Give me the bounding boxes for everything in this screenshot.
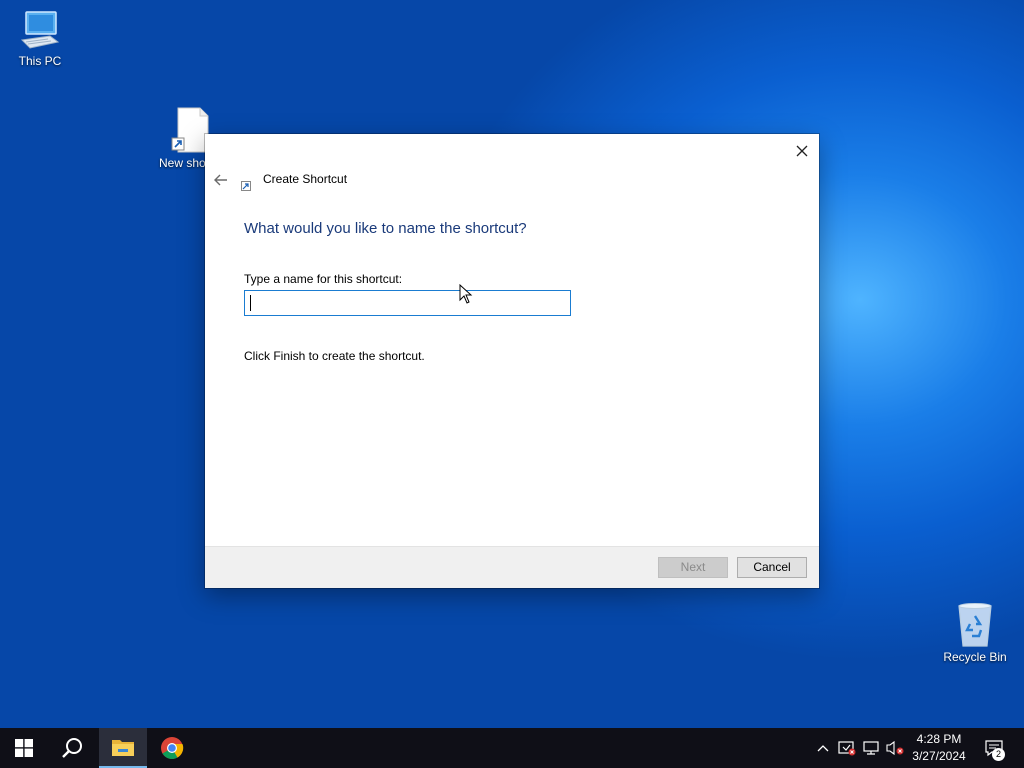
recycle-bin-desktop-icon[interactable]: Recycle Bin bbox=[935, 602, 1015, 664]
clock-date: 3/27/2024 bbox=[912, 749, 966, 763]
taskbar: 4:28 PM 3/27/2024 bbox=[0, 728, 1024, 768]
next-button[interactable]: Next bbox=[658, 557, 728, 578]
file-explorer-icon bbox=[112, 740, 134, 756]
this-pc-label: This PC bbox=[18, 54, 62, 68]
action-center-button[interactable] bbox=[980, 728, 1008, 768]
dialog-heading: What would you like to name the shortcut… bbox=[244, 220, 527, 237]
mouse-cursor-icon bbox=[459, 283, 473, 304]
volume-tray-button[interactable] bbox=[884, 728, 906, 768]
create-shortcut-dialog: Create Shortcut What would you like to n… bbox=[205, 134, 819, 588]
network-icon bbox=[863, 741, 879, 755]
file-explorer-taskbar-button[interactable] bbox=[99, 728, 147, 768]
dialog-title: Create Shortcut bbox=[263, 172, 348, 186]
this-pc-desktop-icon[interactable]: This PC bbox=[0, 8, 80, 68]
file-shortcut-icon bbox=[170, 106, 210, 154]
recycle-bin-label: Recycle Bin bbox=[943, 650, 1007, 664]
start-button[interactable] bbox=[0, 728, 48, 768]
back-button[interactable] bbox=[213, 172, 229, 188]
chrome-taskbar-button[interactable] bbox=[148, 728, 196, 768]
network-tray-button[interactable] bbox=[860, 728, 882, 768]
shortcut-name-input[interactable] bbox=[244, 290, 571, 316]
chevron-up-icon bbox=[817, 745, 829, 752]
cancel-button[interactable]: Cancel bbox=[737, 557, 807, 578]
windows-logo-icon bbox=[15, 739, 33, 757]
search-icon bbox=[62, 738, 82, 758]
dialog-footer: Next Cancel bbox=[205, 546, 819, 588]
text-caret bbox=[250, 295, 251, 311]
back-arrow-icon bbox=[214, 174, 227, 186]
search-button[interactable] bbox=[48, 728, 96, 768]
close-icon bbox=[796, 145, 808, 157]
finish-instruction: Click Finish to create the shortcut. bbox=[244, 349, 425, 363]
volume-muted-icon bbox=[886, 740, 904, 756]
computer-icon bbox=[18, 8, 62, 52]
clock-time: 4:28 PM bbox=[916, 732, 962, 746]
chrome-icon bbox=[161, 737, 184, 759]
shortcut-name-label: Type a name for this shortcut: bbox=[244, 272, 403, 286]
recycle-bin-icon bbox=[953, 602, 997, 648]
close-button[interactable] bbox=[791, 140, 813, 162]
security-tray-button[interactable] bbox=[836, 728, 858, 768]
security-icon bbox=[838, 741, 856, 756]
notification-count-badge: 2 bbox=[992, 748, 1005, 761]
show-hidden-icons-button[interactable] bbox=[814, 728, 832, 768]
clock[interactable]: 4:28 PM 3/27/2024 bbox=[906, 731, 972, 765]
shortcut-icon bbox=[241, 178, 251, 191]
